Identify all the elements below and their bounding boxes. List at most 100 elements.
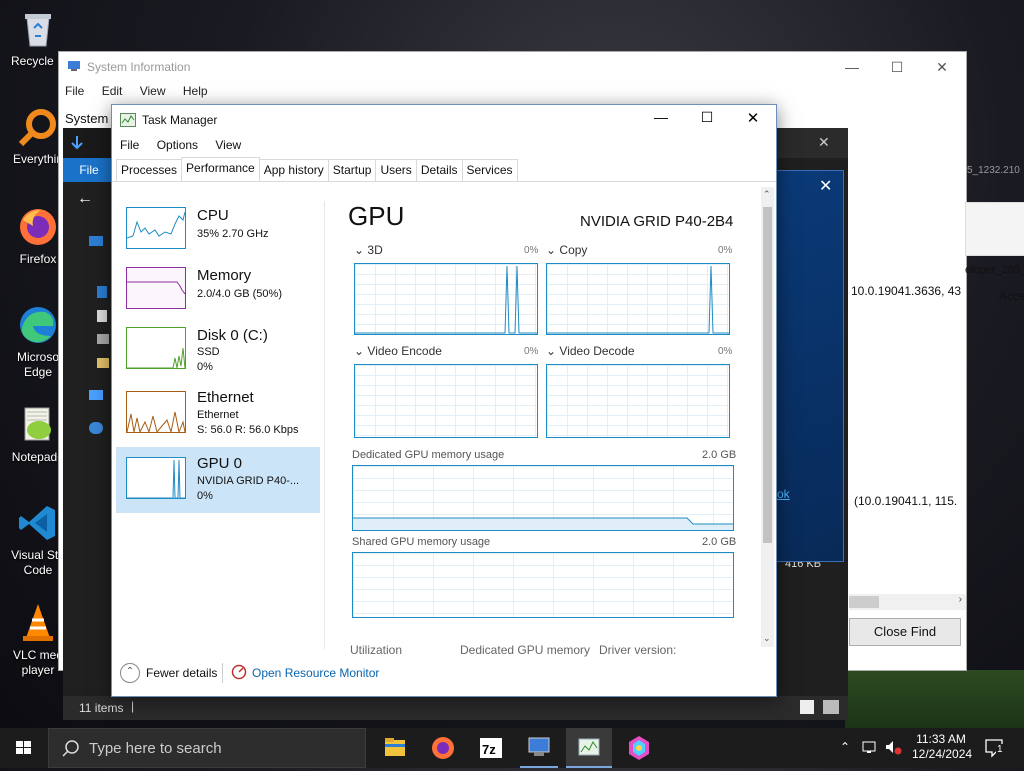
list-cell: Acce [999,289,1024,303]
taskbar-system-information[interactable] [516,728,562,768]
maximize-button[interactable]: ☐ [684,109,730,131]
item-count: 11 items [79,701,124,715]
sidebar-detail: SSD [197,346,220,358]
chevron-up-icon[interactable]: ⌃ [840,740,850,754]
menu-file[interactable]: File [120,138,139,152]
dialog-link[interactable]: ok [777,487,790,501]
scroll-right-icon[interactable]: › [959,594,962,605]
menu-file[interactable]: File [65,84,84,98]
tab-startup[interactable]: Startup [327,159,377,181]
close-find-button[interactable]: Close Find [849,618,961,646]
taskbar-7zip[interactable]: 7z [468,728,514,768]
minimize-button[interactable]: — [638,109,684,131]
sidebar-item-gpu[interactable]: GPU 0 NVIDIA GRID P40-... 0% [116,447,320,513]
tab-strip: Processes Performance App history Startu… [116,157,518,182]
engine-selector-video-decode[interactable]: ⌄ Video Decode [546,344,635,358]
recycle-bin-icon [17,8,59,50]
task-manager-icon [120,113,136,127]
chevron-down-icon: ⌄ [546,344,557,358]
page-title: GPU [348,201,405,231]
scrollbar-thumb[interactable] [763,207,772,543]
dedicated-memory-graph [352,465,734,531]
system-summary-node[interactable]: System [65,111,108,126]
close-button[interactable]: ✕ [730,109,776,131]
scroll-down-icon[interactable]: ⌄ [763,633,771,644]
taskbar-firefox[interactable] [420,728,466,768]
taskbar-app-hexagon[interactable] [616,728,662,768]
blue-dialog-window[interactable]: ✕ ok [776,170,844,562]
system-info-icon [67,59,81,73]
close-icon[interactable]: ✕ [819,176,832,196]
7zip-icon: 7z [480,738,502,758]
menu-options[interactable]: Options [157,138,198,152]
window-title: System Information [87,60,191,74]
horizontal-scrollbar[interactable]: › [849,594,966,610]
sidebar-item-memory[interactable]: Memory 2.0/4.0 GB (50%) [116,257,320,321]
ethernet-thumbnail-graph [126,391,186,434]
menu-view[interactable]: View [215,138,241,152]
window-title: Task Manager [142,113,218,127]
fewer-details-button[interactable]: Fewer details [146,666,217,680]
search-placeholder: Type here to search [89,740,222,757]
tab-details[interactable]: Details [415,159,463,181]
taskbar-task-manager[interactable] [566,728,612,768]
graph-3d [354,263,538,335]
large-icons-view-icon[interactable] [823,700,839,714]
tab-users[interactable]: Users [375,159,417,181]
tab-performance[interactable]: Performance [181,157,260,182]
taskbar-search-box[interactable]: Type here to search [48,728,366,768]
volume-muted-icon[interactable] [884,739,902,758]
taskbar-file-explorer[interactable] [372,728,418,768]
maximize-button[interactable]: ☐ [874,54,920,80]
collapse-chevron-icon[interactable]: ⌃ [120,663,140,683]
menu-view[interactable]: View [140,84,166,98]
sidebar-detail: Ethernet [197,409,239,421]
vertical-scrollbar[interactable]: ⌃ ⌄ [761,187,774,647]
sidebar-item-ethernet[interactable]: Ethernet Ethernet S: 56.0 R: 56.0 Kbps [116,383,320,447]
menu-edit[interactable]: Edit [102,84,123,98]
downloads-icon [97,286,107,298]
back-arrow-icon[interactable]: ← [77,190,93,208]
status-bar: 11 items | [63,696,848,720]
network-icon [89,422,103,434]
start-button[interactable] [0,728,48,768]
sidebar-label: Memory [197,267,252,284]
list-cell: (10.0.19041.1, 115. [854,494,958,508]
list-header-area [965,202,1024,256]
notification-center-icon[interactable]: 1 [984,738,1006,761]
dedicated-memory-label: Dedicated GPU memory usage [352,449,505,461]
sidebar-label: GPU 0 [197,455,243,472]
network-icon[interactable] [862,739,878,758]
notepad-plus-plus-icon [17,404,59,446]
firefox-icon [432,737,454,759]
chevron-down-icon: ⌄ [546,243,557,257]
tab-services[interactable]: Services [461,159,518,181]
hexagon-app-icon [629,736,649,760]
close-icon[interactable]: ✕ [818,134,830,151]
engine-selector-3d[interactable]: ⌄ 3D [354,243,383,257]
close-button[interactable]: ✕ [919,54,965,80]
edge-icon [17,304,59,346]
search-icon [62,740,79,757]
graph-video-encode [354,364,538,438]
dedicated-memory-max: 2.0 GB [702,449,737,461]
minimize-button[interactable]: — [829,54,875,80]
menu-help[interactable]: Help [183,84,208,98]
sidebar-item-disk[interactable]: Disk 0 (C:) SSD 0% [116,317,320,381]
folder-icon [89,236,103,246]
task-manager-window[interactable]: Task Manager — ☐ ✕ File Options View Pro… [111,104,777,697]
file-tab[interactable]: File [63,158,115,182]
scroll-up-icon[interactable]: ⌃ [763,189,771,200]
open-resource-monitor-link[interactable]: Open Resource Monitor [252,666,379,680]
details-view-icon[interactable] [800,700,814,714]
clock[interactable]: 11:33 AM 12/24/2024 [912,732,972,762]
sidebar-item-cpu[interactable]: CPU 35% 2.70 GHz [116,197,320,261]
list-cell: eloper_265_ [965,264,1024,276]
engine-selector-copy[interactable]: ⌄ Copy [546,243,587,257]
tab-app-history[interactable]: App history [258,159,329,181]
folder-yellow-icon [97,358,109,368]
engine-percent: 0% [524,245,539,256]
disk-thumbnail-graph [126,327,186,369]
tab-processes[interactable]: Processes [116,159,183,181]
engine-selector-video-encode[interactable]: ⌄ Video Encode [354,344,442,358]
